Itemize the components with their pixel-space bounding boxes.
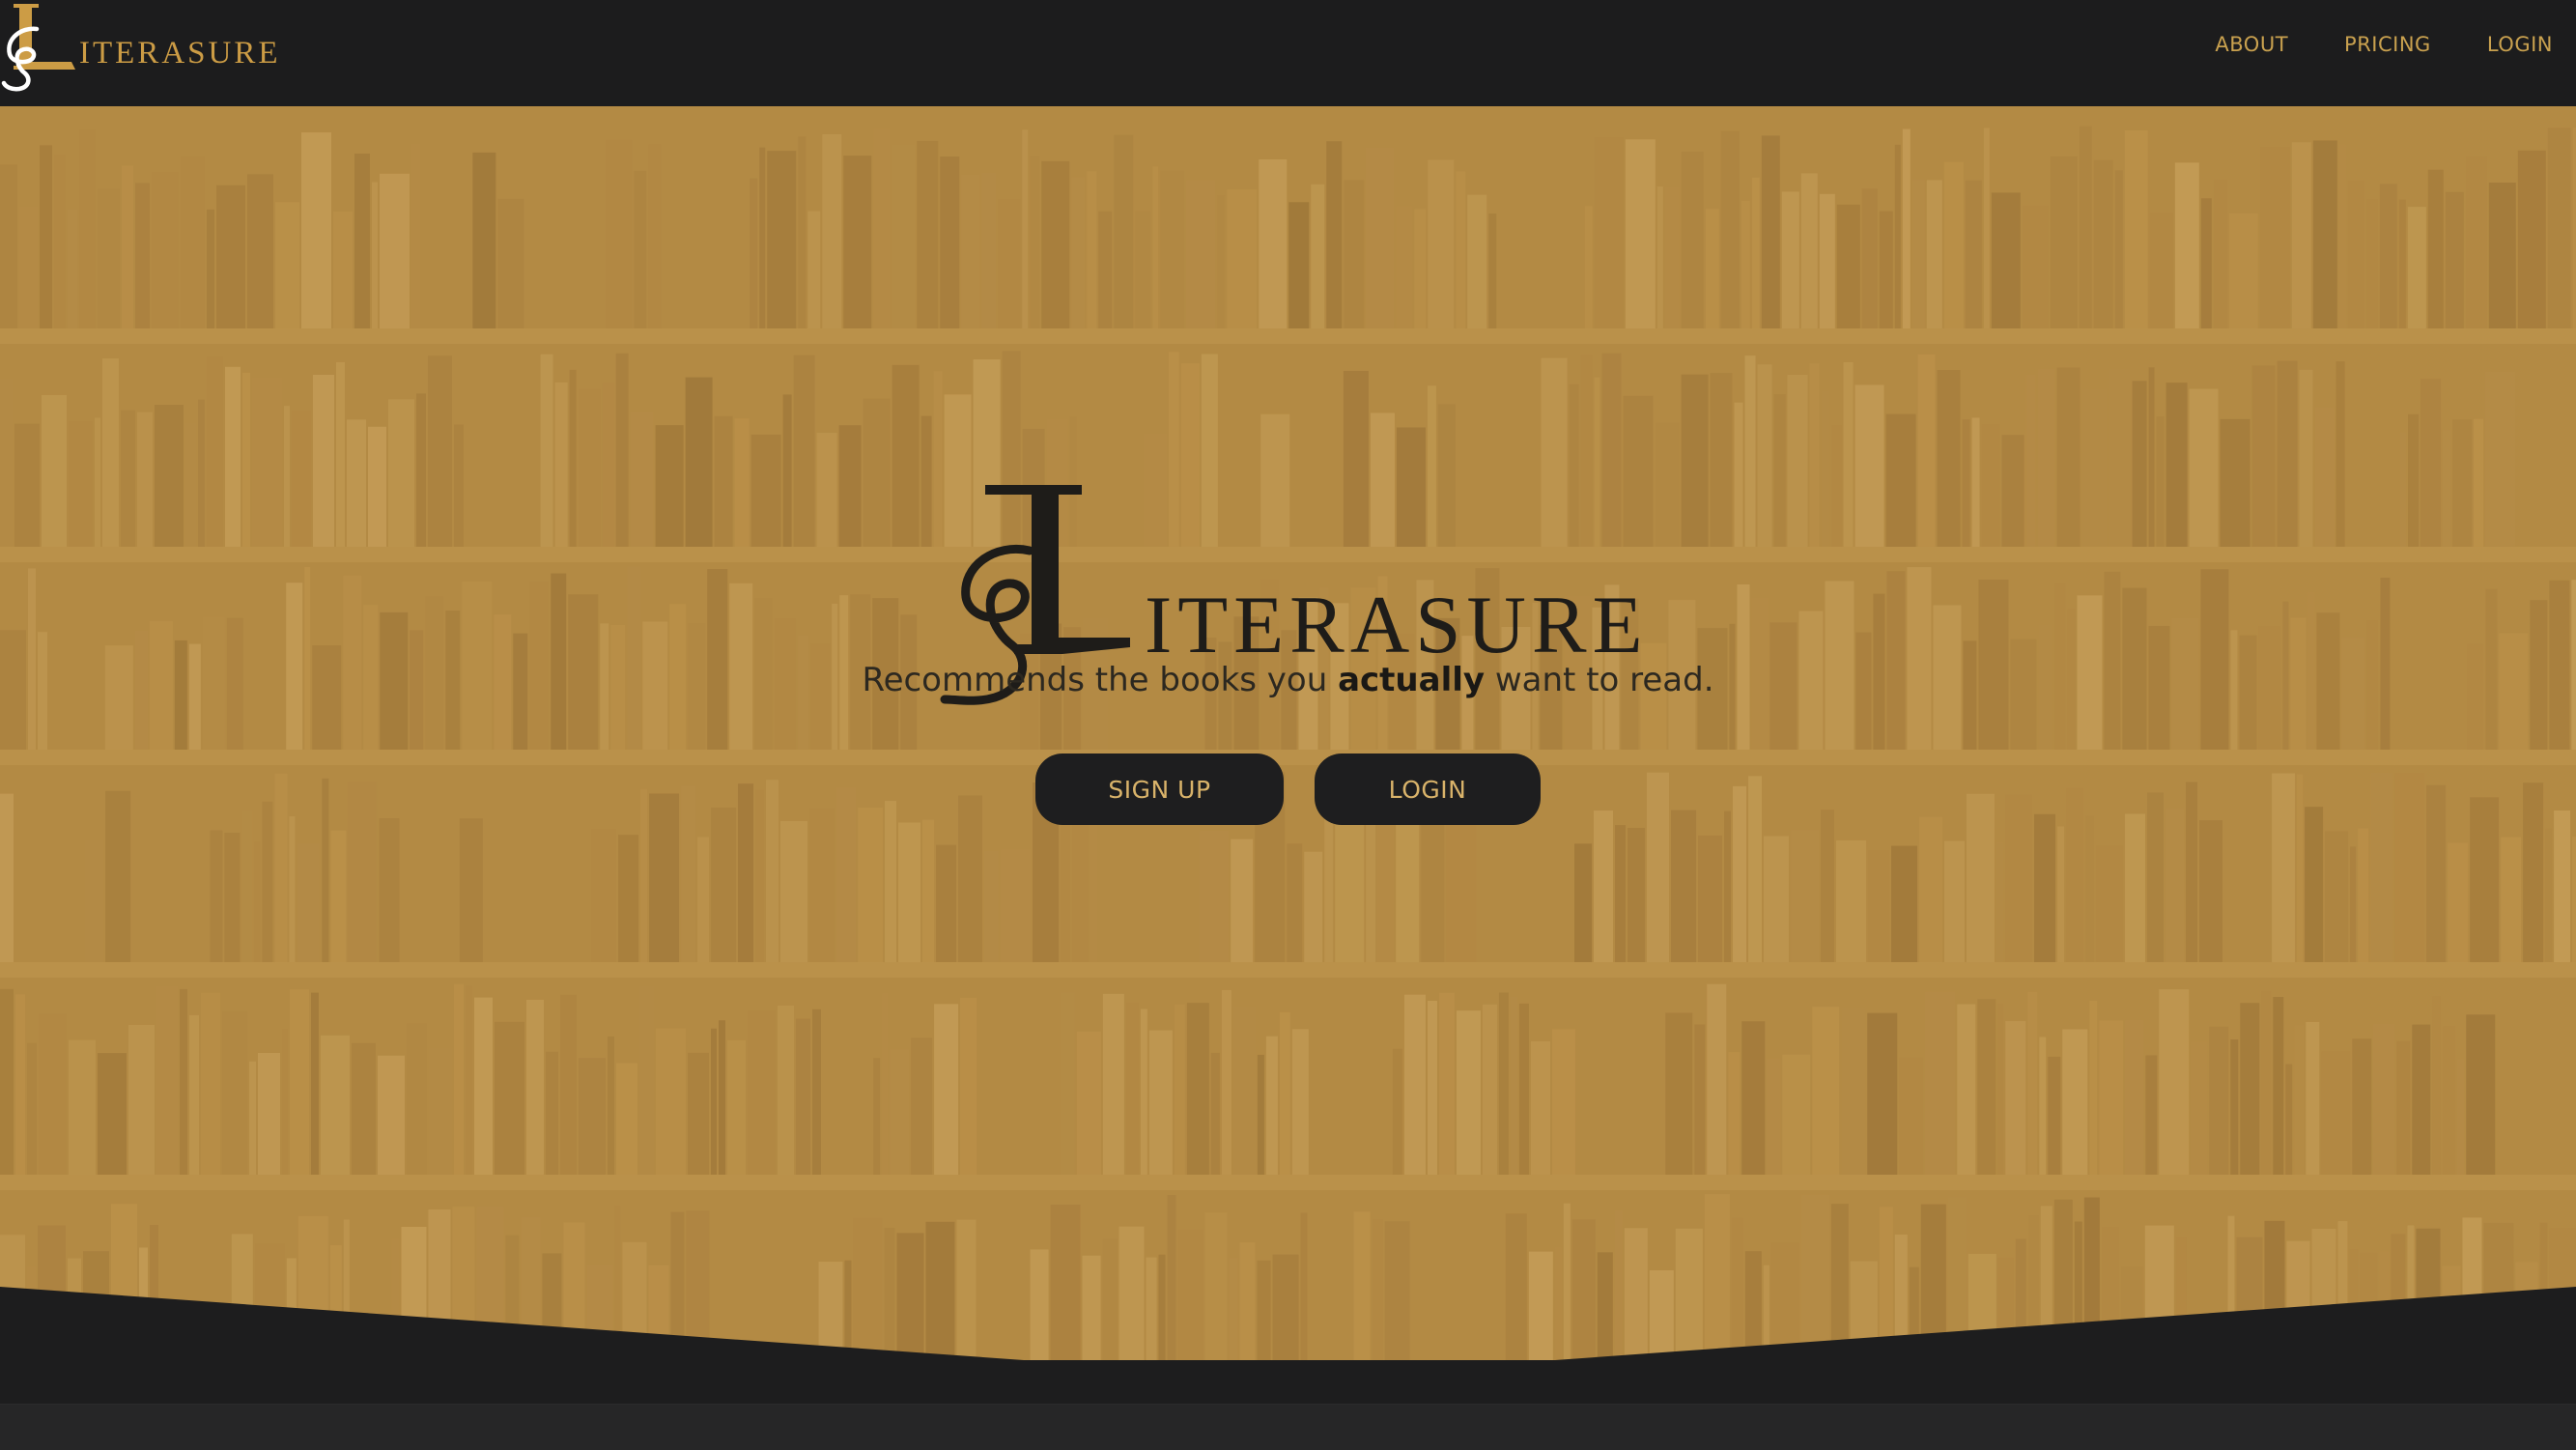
brand-wordmark: ITERASURE [79, 36, 281, 71]
footer-strip [0, 1404, 2576, 1450]
brand-logo[interactable]: ITERASURE [0, 0, 290, 97]
nav-pricing-link[interactable]: PRICING [2344, 33, 2431, 56]
nav-login-link[interactable]: LOGIN [2487, 33, 2553, 56]
nav-about-link[interactable]: ABOUT [2215, 33, 2288, 56]
hero-section: ITERASURE Recommends the books you actua… [0, 106, 2576, 1362]
literasure-monogram-icon [1, 4, 75, 92]
hero-bottom-wedge [0, 1287, 2576, 1362]
main-nav: ABOUT PRICING LOGIN [2215, 33, 2553, 56]
top-navigation-bar: ITERASURE ABOUT PRICING LOGIN [0, 0, 2576, 106]
